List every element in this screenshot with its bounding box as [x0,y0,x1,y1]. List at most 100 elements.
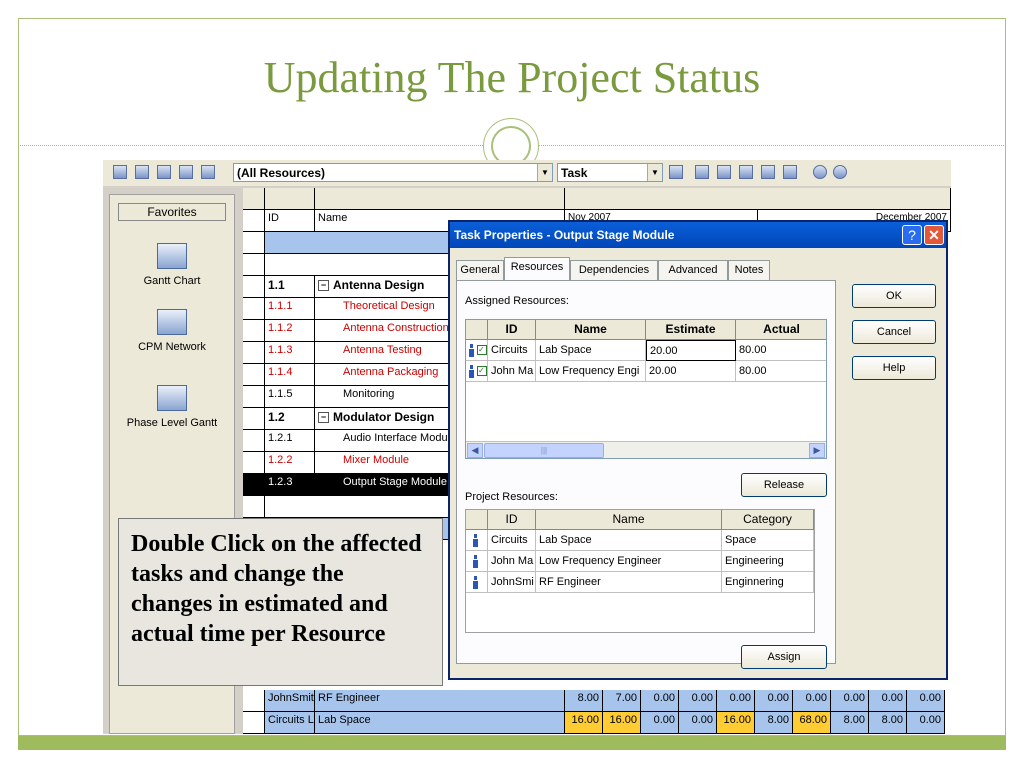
usage-value-cell[interactable]: 0.00 [641,690,679,712]
zoom-out-icon[interactable] [833,165,847,179]
project-header-name[interactable]: Name [536,510,722,530]
usage-value-cell[interactable]: 16.00 [603,712,641,734]
assigned-row-gutter[interactable]: ✓ [466,340,488,361]
project-row-gutter[interactable] [466,551,488,572]
project-name-cell[interactable]: Lab Space [536,530,722,551]
usage-value-cell[interactable]: 8.00 [565,690,603,712]
usage-value-cell[interactable]: 0.00 [907,690,945,712]
usage-value-cell[interactable]: 8.00 [831,712,869,734]
row-gutter[interactable] [243,474,265,496]
resource-icon[interactable] [113,165,127,179]
assigned-id-cell[interactable]: Circuits [488,340,536,361]
ok-button[interactable]: OK [852,284,936,308]
usage-value-cell[interactable]: 16.00 [565,712,603,734]
phase-gantt-icon[interactable] [157,385,187,411]
task-id[interactable]: 1.1.5 [265,386,315,408]
assigned-row-gutter[interactable]: ✓ [466,361,488,382]
scroll-right-icon[interactable]: ▶ [809,443,825,458]
project-category-cell[interactable]: Enginnering [722,572,814,593]
assigned-header-estimate[interactable]: Estimate [646,320,736,340]
assigned-estimate-field[interactable]: 20.00 [646,361,736,382]
task-id[interactable]: 1.2.1 [265,430,315,452]
project-id-cell[interactable]: Circuits [488,530,536,551]
filter-icon[interactable] [669,165,683,179]
task-id[interactable]: 1.2.2 [265,452,315,474]
usage-value-cell[interactable]: 0.00 [717,690,755,712]
usage-value-cell[interactable]: 68.00 [793,712,831,734]
assign-button[interactable]: Assign [741,645,827,669]
cancel-button[interactable]: Cancel [852,320,936,344]
tab-notes[interactable]: Notes [728,260,770,280]
collapse-icon[interactable]: − [318,412,329,424]
task-id[interactable]: 1.1.2 [265,320,315,342]
project-category-cell[interactable]: Space [722,530,814,551]
link-icon[interactable] [761,165,775,179]
row-gutter[interactable] [243,408,265,430]
usage-resource-id[interactable]: JohnSmith [265,690,315,712]
horizontal-scrollbar[interactable]: ◀ ||| ▶ [466,441,826,458]
row-gutter[interactable] [243,712,265,734]
gantt-chart-icon[interactable] [157,243,187,269]
scroll-thumb[interactable]: ||| [484,443,604,458]
edit-task-icon[interactable] [695,165,709,179]
tab-resources[interactable]: Resources [504,257,570,281]
chevron-down-icon[interactable]: ▼ [647,164,662,181]
assigned-name-cell[interactable]: Lab Space [536,340,646,361]
task-id[interactable]: 1.1.4 [265,364,315,386]
column-header-id[interactable]: ID [265,210,315,232]
usage-value-cell[interactable]: 8.00 [755,712,793,734]
assigned-name-cell[interactable]: Low Frequency Engi [536,361,646,382]
usage-value-cell[interactable]: 7.00 [603,690,641,712]
favorites-header[interactable]: Favorites [118,203,226,221]
assigned-actual-field[interactable]: 80.00 [736,340,826,361]
task-id[interactable]: 1.1.3 [265,342,315,364]
assigned-actual-field[interactable]: 80.00 [736,361,826,382]
task-id[interactable]: 1.1.1 [265,298,315,320]
row-gutter[interactable] [243,386,265,408]
favorites-item-gantt-chart[interactable]: Gantt Chart [110,275,234,287]
dialog-title-bar[interactable]: Task Properties - Output Stage Module [450,222,946,248]
collapse-icon[interactable]: − [318,280,329,292]
scroll-left-icon[interactable]: ◀ [467,443,483,458]
usage-value-cell[interactable]: 0.00 [641,712,679,734]
usage-value-cell[interactable]: 0.00 [831,690,869,712]
task-id[interactable]: 1.2.3 [265,474,315,496]
project-name-cell[interactable]: Low Frequency Engineer [536,551,722,572]
row-gutter[interactable] [243,342,265,364]
project-name-cell[interactable]: RF Engineer [536,572,722,593]
usage-value-cell[interactable]: 16.00 [717,712,755,734]
indent-icon[interactable] [717,165,731,179]
assigned-header-name[interactable]: Name [536,320,646,340]
usage-resource-name[interactable]: RF Engineer [315,690,565,712]
close-icon[interactable]: ✕ [924,225,944,245]
project-id-cell[interactable]: John Ma [488,551,536,572]
help-icon[interactable]: ? [902,225,922,245]
usage-value-cell[interactable]: 0.00 [793,690,831,712]
edit-icon[interactable] [157,165,171,179]
task-id[interactable]: 1.1 [265,276,315,298]
project-header-id[interactable]: ID [488,510,536,530]
project-category-cell[interactable]: Engineering [722,551,814,572]
table-icon[interactable] [135,165,149,179]
row-gutter[interactable] [243,452,265,474]
assigned-estimate-field[interactable]: 20.00 [646,340,736,361]
row-gutter[interactable] [243,364,265,386]
row-gutter[interactable] [243,298,265,320]
project-row-gutter[interactable] [466,572,488,593]
usage-value-cell[interactable]: 0.00 [907,712,945,734]
resource-filter-select[interactable]: (All Resources) ▼ [233,163,553,182]
project-id-cell[interactable]: JohnSmi [488,572,536,593]
user-icon[interactable] [179,165,193,179]
help-button[interactable]: Help [852,356,936,380]
usage-resource-name[interactable]: Lab Space [315,712,565,734]
usage-value-cell[interactable]: 0.00 [679,690,717,712]
row-gutter[interactable] [243,430,265,452]
tab-dependencies[interactable]: Dependencies [570,260,658,280]
usage-value-cell[interactable]: 8.00 [869,712,907,734]
project-header-category[interactable]: Category [722,510,814,530]
assigned-id-cell[interactable]: John Ma [488,361,536,382]
view-filter-select[interactable]: Task ▼ [557,163,663,182]
properties-icon[interactable] [201,165,215,179]
usage-value-cell[interactable]: 0.00 [755,690,793,712]
assigned-header-actual[interactable]: Actual [736,320,826,340]
